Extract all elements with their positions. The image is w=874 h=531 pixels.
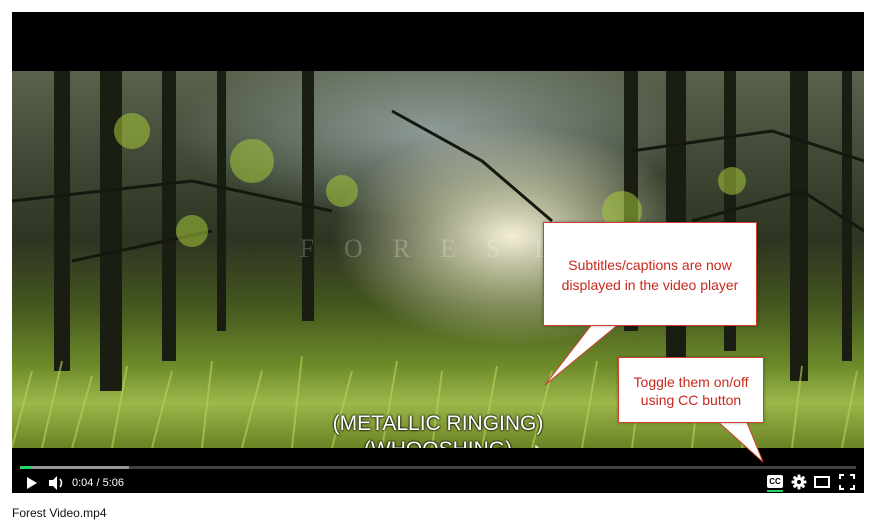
subtitles-callout-text: Subtitles/captions are now displayed in …: [561, 257, 739, 293]
video-file-name: Forest Video.mp4: [12, 506, 107, 520]
subtitles-callout: Subtitles/captions are now displayed in …: [543, 222, 757, 326]
toggle-cc-callout: Toggle them on/off using CC button: [618, 357, 764, 423]
toggle-cc-callout-text: Toggle them on/off using CC button: [633, 374, 749, 408]
